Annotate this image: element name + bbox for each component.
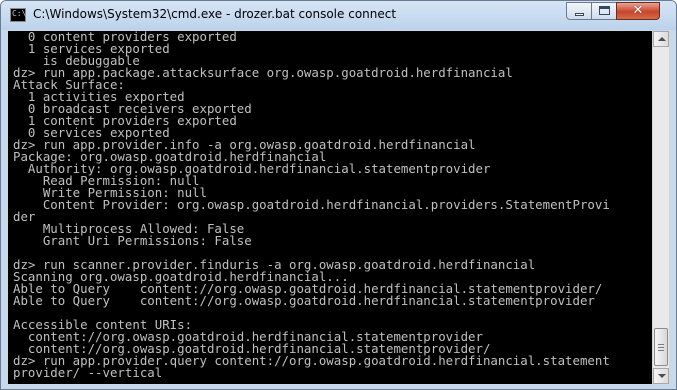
maximize-icon (599, 6, 610, 15)
vertical-scrollbar[interactable] (652, 31, 669, 384)
close-icon: ✕ (632, 3, 644, 18)
chevron-up-icon (658, 37, 666, 41)
window-title: C:\Windows\System32\cmd.exe - drozer.bat… (33, 7, 397, 21)
console-line: Able to Query content://org.owasp.goatdr… (13, 293, 595, 308)
cmd-icon-label: C:\ (12, 9, 27, 18)
grip-line (658, 347, 664, 348)
console-line: Content Provider: org.owasp.goatdroid.he… (13, 197, 610, 212)
grip-line (658, 344, 664, 345)
minimize-button[interactable] (566, 2, 592, 20)
console-line: provider/ --vertical (13, 365, 163, 380)
console-line: Grant Uri Permissions: False (13, 233, 252, 248)
minimize-icon (575, 13, 584, 16)
console-window: C:\ C:\Windows\System32\cmd.exe - drozer… (0, 0, 677, 390)
chevron-down-icon (658, 374, 666, 378)
window-bottom-border (1, 384, 676, 389)
scrollbar-thumb[interactable] (654, 328, 668, 366)
cmd-app-icon[interactable]: C:\ (10, 8, 26, 22)
console-output[interactable]: 0 content providers exported 1 services … (8, 31, 652, 384)
close-button[interactable]: ✕ (616, 2, 660, 20)
scroll-up-button[interactable] (653, 31, 669, 47)
scroll-down-button[interactable] (653, 368, 669, 384)
title-bar[interactable]: C:\ C:\Windows\System32\cmd.exe - drozer… (1, 1, 676, 30)
grip-line (658, 350, 664, 351)
maximize-button[interactable] (591, 2, 617, 20)
console-text: 0 content providers exported 1 services … (8, 31, 652, 379)
